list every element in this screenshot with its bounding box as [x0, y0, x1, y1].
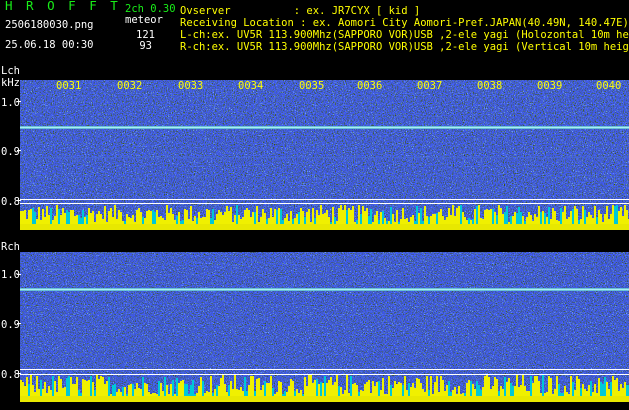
time-tick: 0033 — [178, 80, 203, 92]
time-tick: 0034 — [238, 80, 263, 92]
time-tick: 0040 — [596, 80, 621, 92]
lch-unit: kHz — [1, 77, 20, 89]
lch-label: Lch — [1, 65, 20, 77]
lch-tick-0.9: 0.9 — [1, 146, 20, 158]
lch-tick-0.8: 0.8 — [1, 196, 20, 208]
spectrogram-canvas: Lch kHz 1.0 0.9 0.8 0031 0032 0033 0034 … — [1, 65, 629, 402]
time-tick: 0037 — [417, 80, 442, 92]
time-tick: 0038 — [477, 80, 502, 92]
time-tick: 0039 — [537, 80, 562, 92]
time-tick: 0031 — [56, 80, 81, 92]
lch-spectrogram — [17, 80, 629, 230]
time-tick: 0036 — [357, 80, 382, 92]
rch-label: Rch — [1, 241, 20, 253]
time-tick: 0032 — [117, 80, 142, 92]
rch-tick-0.9: 0.9 — [1, 319, 20, 331]
lch-tick-1.0: 1.0 — [1, 97, 20, 109]
rch-tick-0.8: 0.8 — [1, 369, 20, 381]
time-tick: 0035 — [299, 80, 324, 92]
